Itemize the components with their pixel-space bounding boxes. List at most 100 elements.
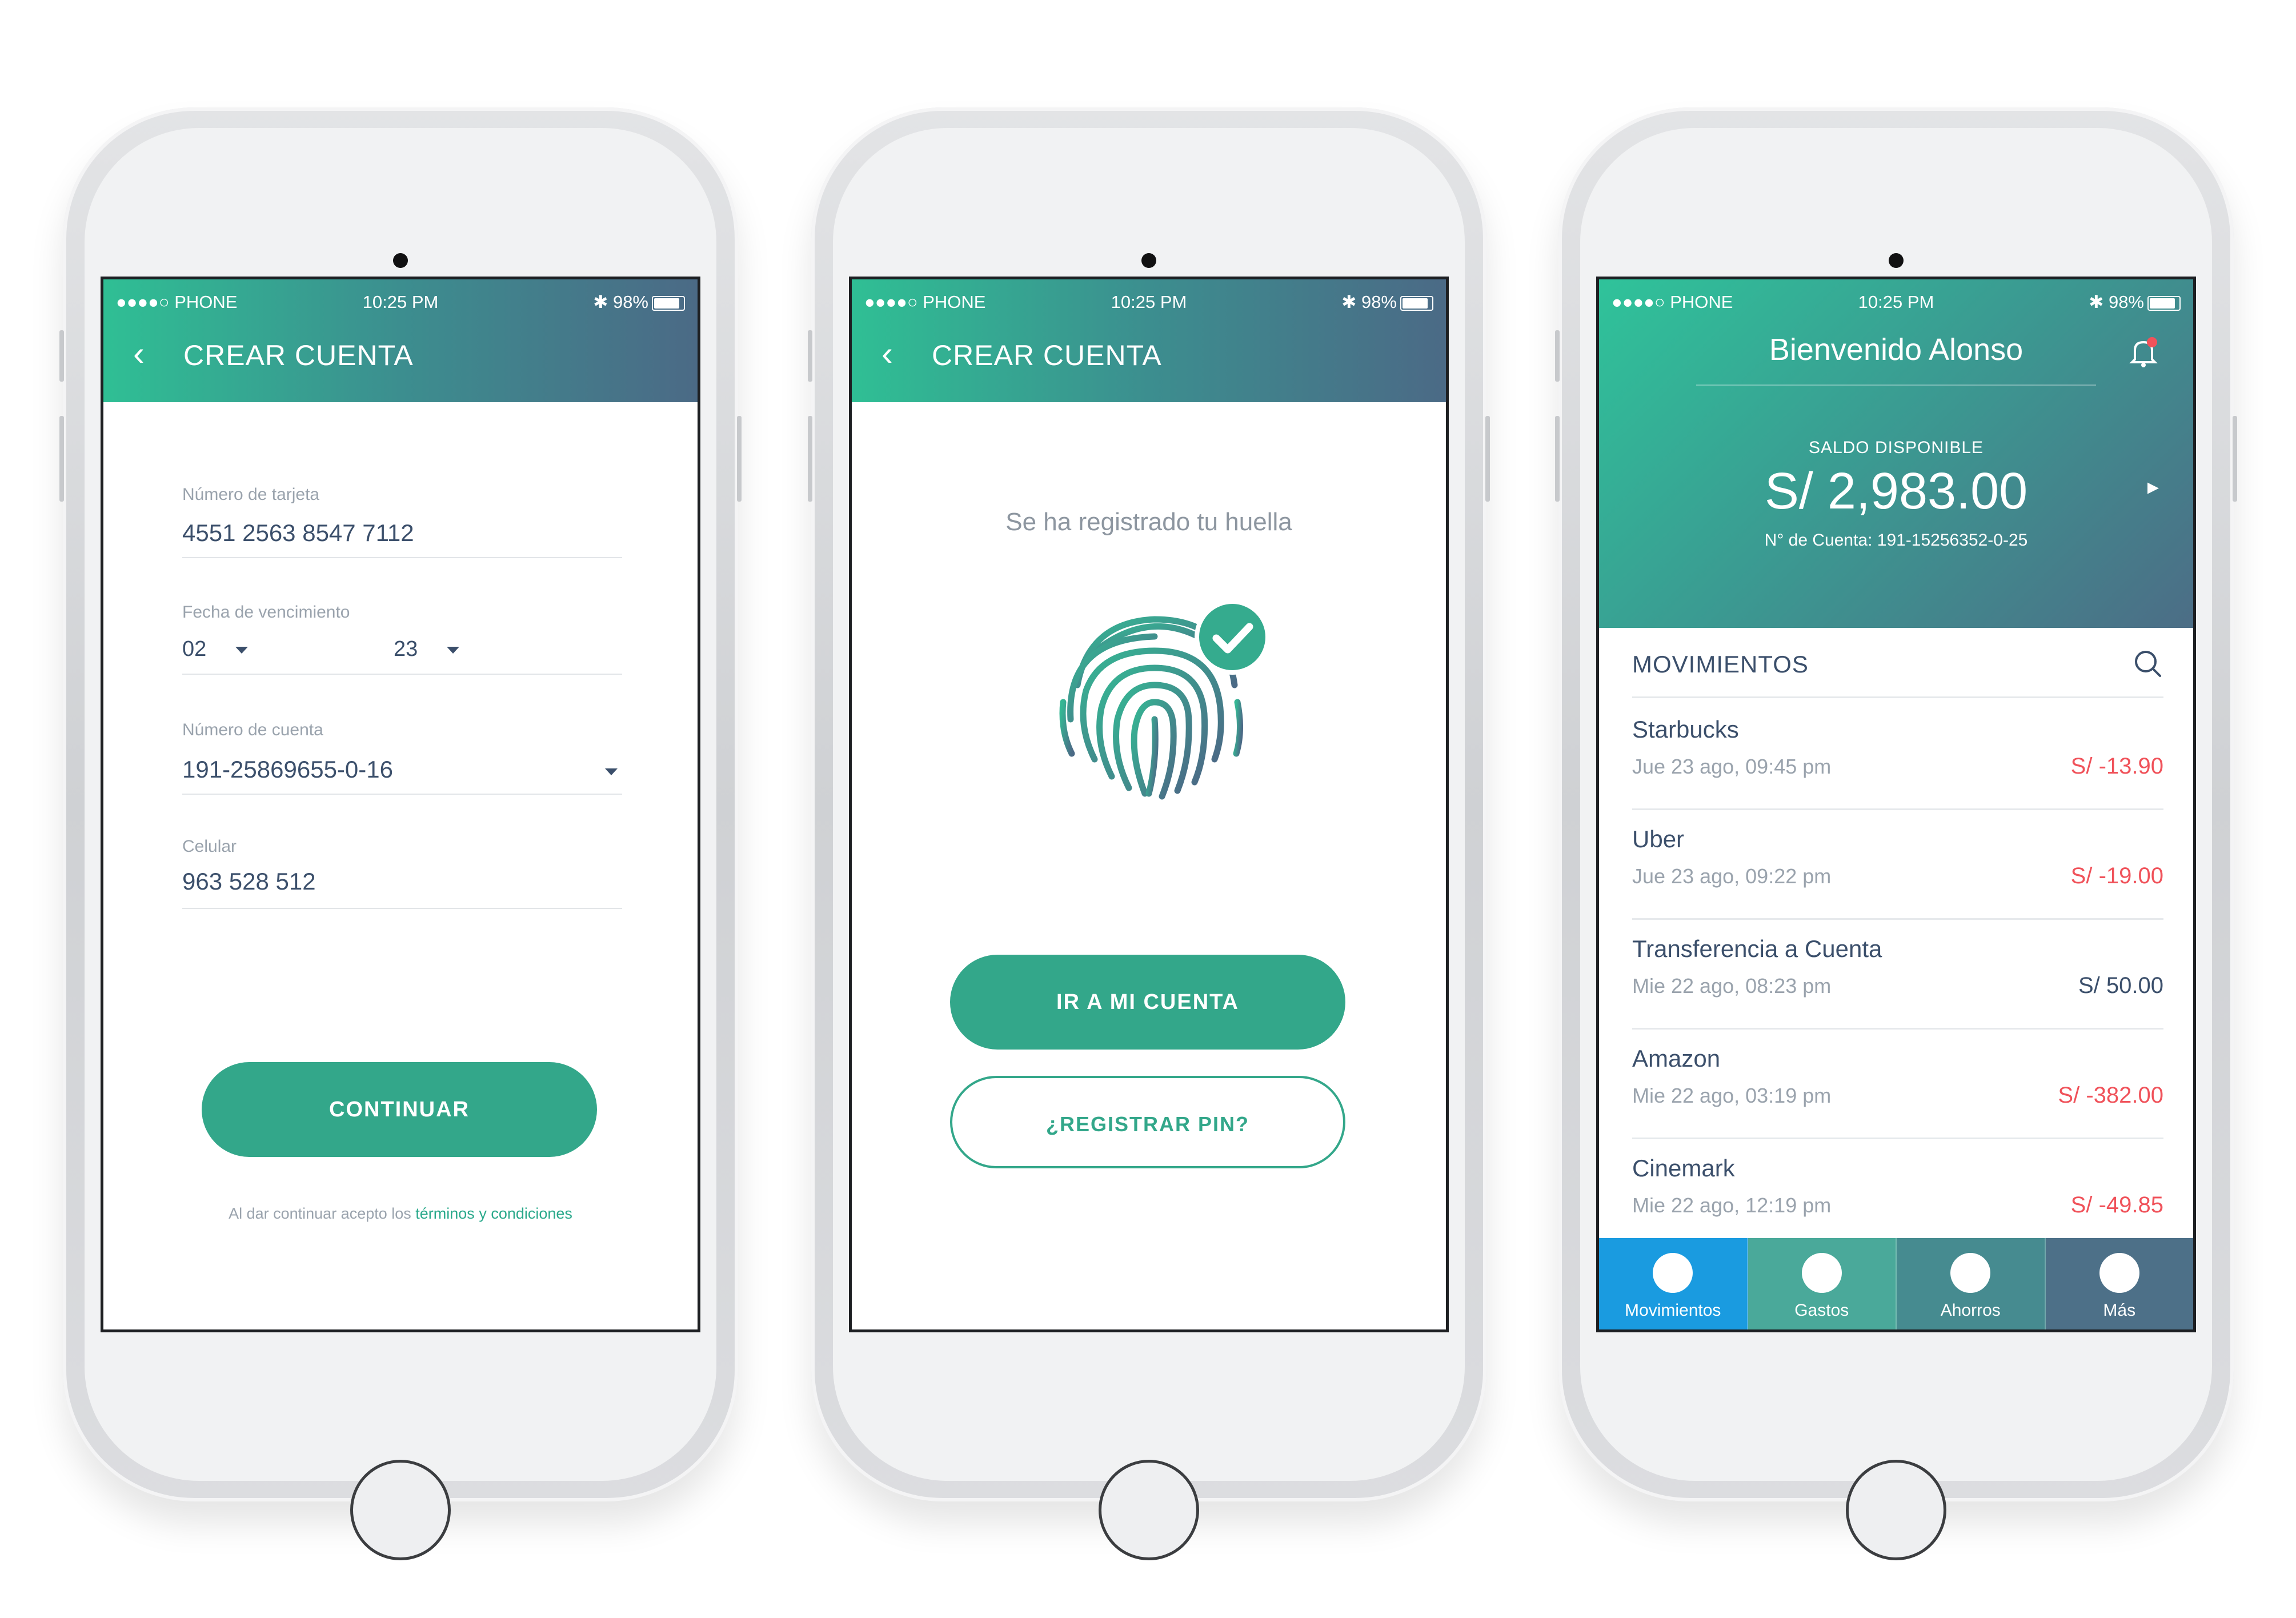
- movement-row[interactable]: Starbucks Jue 23 ago, 09:45 pm S/ -13.90: [1632, 700, 2163, 810]
- go-to-account-button[interactable]: IR A MI CUENTA: [950, 955, 1345, 1050]
- expiry-month-value: 02: [182, 637, 207, 661]
- battery-icon: [1400, 295, 1433, 311]
- screen-crear-cuenta-form: ●●●●○ PHONE 10:25 PM ✱ 98% ‹ CREAR CUENT…: [101, 277, 700, 1332]
- tab-label: Movimientos: [1625, 1301, 1721, 1320]
- terms-notice: Al dar continuar acepto los términos y c…: [103, 1205, 698, 1223]
- sensor-dot: [393, 253, 408, 268]
- continue-button[interactable]: CONTINUAR: [202, 1062, 597, 1157]
- check-badge: [1195, 599, 1270, 675]
- power-button: [737, 416, 742, 502]
- divider: [1696, 385, 2096, 386]
- battery-label: 98%: [1361, 292, 1397, 312]
- movement-amount: S/ -13.90: [2070, 754, 2163, 779]
- movement-date: Mie 22 ago, 08:23 pm: [1632, 974, 1832, 998]
- movement-name: Amazon: [1632, 1045, 1721, 1072]
- expiry-label: Fecha de vencimiento: [182, 603, 350, 622]
- screen-account-dashboard: ●●●●○ PHONE 10:25 PM ✱ 98% Bienvenido Al…: [1596, 277, 2196, 1332]
- phone-frame-1: ●●●●○ PHONE 10:25 PM ✱ 98% ‹ CREAR CUENT…: [59, 107, 742, 1560]
- expiry-month-select[interactable]: 02: [182, 637, 248, 662]
- movement-row[interactable]: Uber Jue 23 ago, 09:22 pm S/ -19.00: [1632, 810, 2163, 920]
- success-message: Se ha registrado tu huella: [1005, 508, 1292, 536]
- status-bar: ●●●●○ PHONE 10:25 PM ✱ 98%: [1599, 292, 2193, 315]
- movement-amount: S/ 50.00: [2078, 973, 2163, 998]
- tab-mas[interactable]: Más: [2045, 1238, 2193, 1329]
- battery-indicator: ✱ 98%: [1341, 292, 1433, 313]
- app-header: ●●●●○ PHONE 10:25 PM ✱ 98% ‹ CREAR CUENT…: [852, 279, 1446, 402]
- tab-icon: [1950, 1253, 1991, 1293]
- movement-date: Jue 23 ago, 09:22 pm: [1632, 864, 1832, 888]
- movement-name: Starbucks: [1632, 716, 1739, 743]
- battery-label: 98%: [2108, 292, 2144, 312]
- balance-label: SALDO DISPONIBLE: [1808, 438, 1984, 457]
- screen-fingerprint-registered: ●●●●○ PHONE 10:25 PM ✱ 98% ‹ CREAR CUENT…: [849, 277, 1449, 1332]
- back-chevron-icon[interactable]: ‹: [881, 337, 893, 371]
- bell-icon[interactable]: [2129, 337, 2158, 369]
- movements-title: MOVIMIENTOS: [1632, 651, 1809, 678]
- account-number: N° de Cuenta: 191-15256352-0-25: [1764, 531, 2028, 550]
- chevron-right-icon[interactable]: ▸: [2147, 474, 2159, 500]
- search-icon[interactable]: [2133, 648, 2163, 682]
- register-pin-button[interactable]: ¿REGISTRAR PIN?: [950, 1076, 1345, 1168]
- volume-button: [808, 416, 812, 502]
- divider: [1632, 696, 2163, 698]
- divider: [182, 794, 622, 795]
- tab-gastos[interactable]: Gastos: [1748, 1238, 1897, 1329]
- movement-row[interactable]: Amazon Mie 22 ago, 03:19 pm S/ -382.00: [1632, 1029, 2163, 1139]
- movement-amount: S/ -49.85: [2070, 1192, 2163, 1217]
- page-title: CREAR CUENTA: [183, 339, 414, 371]
- movement-row[interactable]: Transferencia a Cuenta Mie 22 ago, 08:23 …: [1632, 919, 2163, 1030]
- home-button[interactable]: [350, 1460, 451, 1560]
- movement-date: Mie 22 ago, 03:19 pm: [1632, 1084, 1832, 1107]
- chevron-down-icon: [605, 768, 618, 775]
- home-button[interactable]: [1099, 1460, 1199, 1560]
- power-button: [2233, 416, 2237, 502]
- tab-label: Más: [2103, 1301, 2136, 1320]
- volume-button: [59, 330, 64, 382]
- divider: [182, 557, 622, 558]
- phone-input[interactable]: 963 528 512: [182, 868, 316, 895]
- sensor-dot: [1141, 253, 1156, 268]
- phone-frame-3: ●●●●○ PHONE 10:25 PM ✱ 98% Bienvenido Al…: [1555, 107, 2237, 1560]
- movement-name: Transferencia a Cuenta: [1632, 935, 1882, 962]
- movement-date: Jue 23 ago, 09:45 pm: [1632, 755, 1832, 778]
- tab-icon: [1801, 1253, 1842, 1293]
- tab-label: Ahorros: [1940, 1301, 2001, 1320]
- movement-name: Uber: [1632, 826, 1685, 852]
- tab-label: Gastos: [1794, 1301, 1849, 1320]
- power-button: [1485, 416, 1490, 502]
- tab-ahorros[interactable]: Ahorros: [1897, 1238, 2046, 1329]
- divider: [182, 674, 622, 675]
- page-title: CREAR CUENTA: [932, 339, 1162, 371]
- battery-icon: [652, 295, 685, 311]
- balance-amount: S/ 2,983.00: [1764, 463, 2028, 520]
- chevron-down-icon: [446, 646, 459, 654]
- battery-indicator: ✱ 98%: [593, 292, 685, 313]
- greeting-title: Bienvenido Alonso: [1769, 333, 2023, 367]
- expiry-year-value: 23: [394, 637, 418, 661]
- volume-button: [1555, 330, 1560, 382]
- home-button[interactable]: [1846, 1460, 1946, 1560]
- account-number-select[interactable]: 191-25869655-0-16: [182, 756, 393, 783]
- sensor-dot: [1889, 253, 1904, 268]
- status-bar: ●●●●○ PHONE 10:25 PM ✱ 98%: [103, 292, 698, 315]
- battery-label: 98%: [612, 292, 648, 312]
- expiry-year-select[interactable]: 23: [394, 637, 459, 662]
- tab-icon: [2099, 1253, 2139, 1293]
- terms-link[interactable]: términos y condiciones: [415, 1205, 572, 1222]
- volume-button: [1555, 416, 1560, 502]
- account-number-label: Número de cuenta: [182, 720, 323, 739]
- volume-button: [59, 416, 64, 502]
- back-chevron-icon[interactable]: ‹: [133, 337, 145, 371]
- movement-date: Mie 22 ago, 12:19 pm: [1632, 1194, 1832, 1217]
- movement-row[interactable]: Cinemark Mie 22 ago, 12:19 pm S/ -49.85: [1632, 1139, 2163, 1249]
- app-header: ●●●●○ PHONE 10:25 PM ✱ 98% ‹ CREAR CUENT…: [103, 279, 698, 402]
- chevron-down-icon: [235, 646, 248, 654]
- phone-label: Celular: [182, 837, 237, 856]
- battery-icon: [2147, 295, 2181, 311]
- card-number-label: Número de tarjeta: [182, 485, 320, 504]
- movement-amount: S/ -19.00: [2070, 863, 2163, 888]
- tab-movimientos[interactable]: Movimientos: [1599, 1238, 1748, 1329]
- card-number-input[interactable]: 4551 2563 8547 7112: [182, 519, 414, 547]
- battery-indicator: ✱ 98%: [2089, 292, 2181, 313]
- divider: [182, 908, 622, 909]
